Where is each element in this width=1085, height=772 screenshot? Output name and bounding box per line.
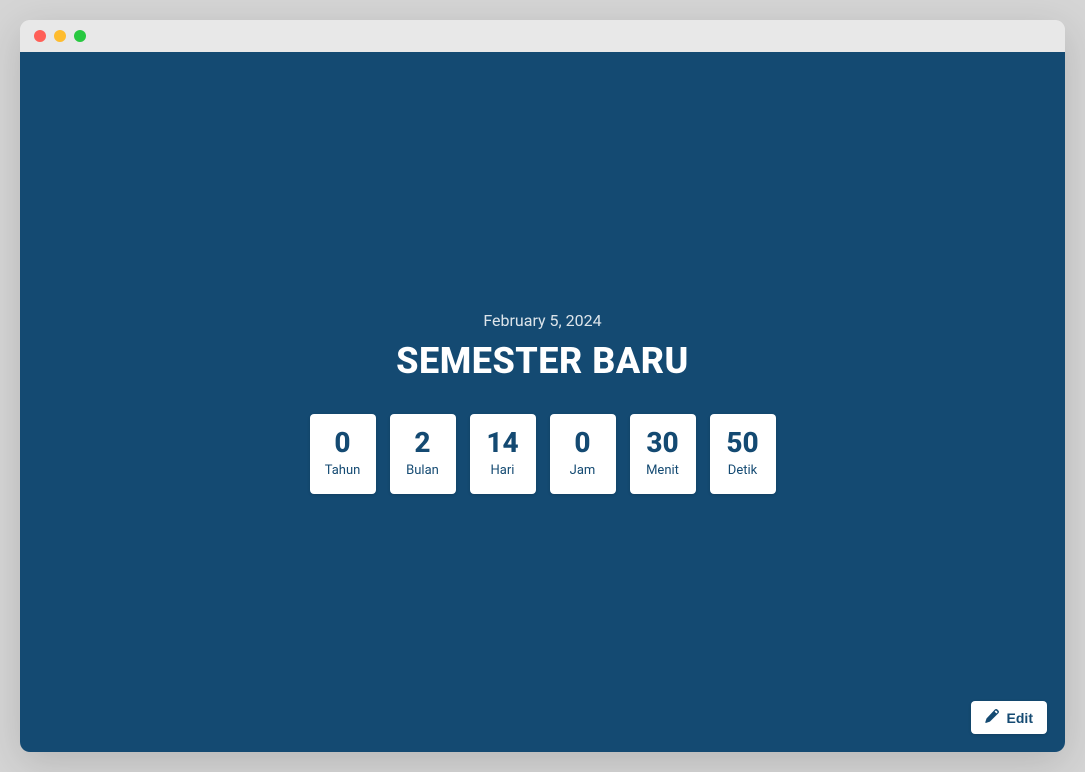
unit-label: Tahun (325, 463, 361, 478)
unit-value: 50 (726, 429, 758, 457)
unit-hari: 14 Hari (470, 414, 536, 494)
edit-button[interactable]: Edit (971, 701, 1047, 734)
edit-button-label: Edit (1007, 710, 1033, 726)
unit-menit: 30 Menit (630, 414, 696, 494)
unit-value: 14 (486, 429, 518, 457)
app-window: February 5, 2024 SEMESTER BARU 0 Tahun 2… (20, 20, 1065, 752)
unit-label: Jam (570, 463, 596, 478)
window-maximize-button[interactable] (74, 30, 86, 42)
event-title: SEMESTER BARU (396, 340, 689, 382)
unit-value: 30 (646, 429, 678, 457)
unit-value: 2 (414, 429, 430, 457)
window-minimize-button[interactable] (54, 30, 66, 42)
unit-value: 0 (334, 429, 350, 457)
unit-label: Bulan (406, 463, 439, 478)
countdown-units: 0 Tahun 2 Bulan 14 Hari 0 Jam 30 Menit 5… (310, 414, 776, 494)
countdown-panel: February 5, 2024 SEMESTER BARU 0 Tahun 2… (20, 52, 1065, 752)
unit-jam: 0 Jam (550, 414, 616, 494)
edit-icon (985, 709, 999, 726)
window-titlebar (20, 20, 1065, 52)
unit-value: 0 (574, 429, 590, 457)
unit-label: Detik (728, 463, 757, 478)
unit-label: Menit (646, 463, 679, 478)
target-date: February 5, 2024 (483, 311, 601, 330)
unit-bulan: 2 Bulan (390, 414, 456, 494)
window-close-button[interactable] (34, 30, 46, 42)
unit-detik: 50 Detik (710, 414, 776, 494)
unit-label: Hari (491, 463, 515, 478)
unit-tahun: 0 Tahun (310, 414, 376, 494)
